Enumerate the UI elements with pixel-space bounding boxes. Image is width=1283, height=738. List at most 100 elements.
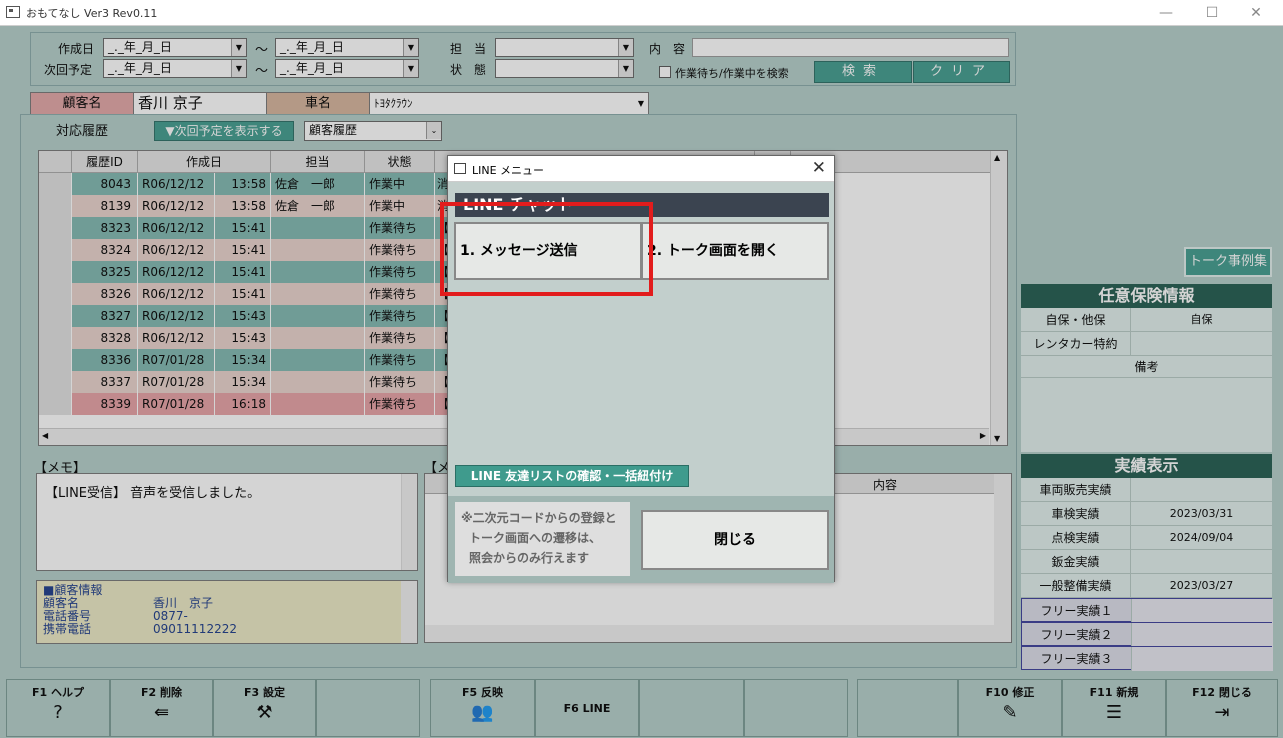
function-key-icon: ⚒ xyxy=(256,702,273,723)
chevron-down-icon[interactable]: ⌄ xyxy=(426,122,441,139)
chevron-down-icon[interactable]: ▼ xyxy=(618,39,633,56)
function-key-4[interactable] xyxy=(316,679,420,737)
free-result-value[interactable] xyxy=(1132,647,1273,671)
window-titlebar: おもてなし Ver3 Rev0.11 — ☐ ✕ xyxy=(0,0,1283,26)
column-header[interactable]: 作成日 xyxy=(138,151,271,173)
table-cell: 15:41 xyxy=(215,217,271,239)
function-key-2[interactable]: F2 削除 ⇚ xyxy=(110,679,213,737)
car-name-select[interactable]: ﾄﾖﾀｸﾗｳﾝ ▼ xyxy=(369,92,649,115)
function-key-10[interactable]: F10 修正 ✎ xyxy=(958,679,1062,737)
clear-button[interactable]: クリア xyxy=(913,61,1010,83)
chevron-down-icon[interactable]: ▼ xyxy=(231,60,246,77)
table-cell xyxy=(39,393,72,415)
function-key-9[interactable] xyxy=(857,679,958,737)
scroll-down-icon[interactable]: ▼ xyxy=(994,434,1000,443)
column-header[interactable]: 状態 xyxy=(365,151,435,173)
table-cell xyxy=(39,261,72,283)
history-type-select[interactable]: 顧客履歴 ⌄ xyxy=(304,121,442,141)
table-cell: 8323 xyxy=(72,217,138,239)
scroll-up-icon[interactable]: ▲ xyxy=(994,153,1000,162)
results-key: 鈑金実績 xyxy=(1021,550,1131,574)
results-title: 実績表示 xyxy=(1021,454,1272,478)
table-cell: 作業待ち xyxy=(365,261,435,283)
waiting-checkbox-label: 作業待ち/作業中を検索 xyxy=(675,67,789,80)
results-value xyxy=(1131,478,1272,502)
free-result-value[interactable] xyxy=(1132,623,1273,647)
table-cell: 8326 xyxy=(72,283,138,305)
status-select[interactable]: ▼ xyxy=(495,59,634,78)
minimize-button[interactable]: — xyxy=(1146,2,1186,24)
function-key-11[interactable]: F11 新規 ☰ xyxy=(1062,679,1166,737)
search-button[interactable]: 検索 xyxy=(814,61,912,83)
created-to-date[interactable]: _._年_月_日 ▼ xyxy=(275,38,419,57)
scroll-left-icon[interactable]: ◀ xyxy=(42,431,48,440)
history-tab[interactable]: 対応履歴 xyxy=(56,120,108,139)
memo-scrollbar[interactable] xyxy=(401,474,417,570)
open-talk-button[interactable]: 2. トーク画面を開く xyxy=(641,222,829,280)
table-cell: 作業待ち xyxy=(365,283,435,305)
chevron-down-icon[interactable]: ▼ xyxy=(638,93,644,114)
next-from-date[interactable]: _._年_月_日 ▼ xyxy=(103,59,247,78)
function-key-1[interactable]: F1 ヘルプ? xyxy=(6,679,110,737)
scroll-right-icon[interactable]: ▶ xyxy=(980,431,986,440)
table-cell xyxy=(271,349,365,371)
function-key-6[interactable]: F6 LINE xyxy=(535,679,639,737)
next-to-date[interactable]: _._年_月_日 ▼ xyxy=(275,59,419,78)
content-label: 内 容 xyxy=(649,42,686,56)
table-cell: 15:43 xyxy=(215,305,271,327)
detail-vertical-scrollbar[interactable] xyxy=(994,474,1011,642)
function-key-label: F6 LINE xyxy=(563,702,611,715)
table-cell: 作業待ち xyxy=(365,239,435,261)
function-key-8[interactable] xyxy=(744,679,848,737)
function-key-icon: ⇚ xyxy=(153,702,170,723)
results-row: 点検実績 2024/09/04 xyxy=(1021,526,1272,550)
show-next-schedule-button[interactable]: ▼次回予定を表示する xyxy=(154,121,294,141)
maximize-button[interactable]: ☐ xyxy=(1192,2,1232,24)
insurance-row: 自保・他保 自保 xyxy=(1021,308,1272,332)
info-scrollbar[interactable] xyxy=(401,581,417,643)
column-header[interactable]: 担当 xyxy=(271,151,365,173)
talk-examples-button[interactable]: トーク事例集 xyxy=(1184,247,1272,277)
free-result-key: フリー実績１ xyxy=(1022,599,1132,623)
dialog-close-icon[interactable]: ✕ xyxy=(812,158,826,178)
chevron-down-icon[interactable]: ▼ xyxy=(403,60,418,77)
function-key-icon: ✎ xyxy=(1002,702,1018,723)
free-result-value[interactable] xyxy=(1132,599,1273,623)
column-header[interactable]: 履歴ID xyxy=(72,151,138,173)
range-tilde: ～ xyxy=(255,43,269,58)
function-key-icon: ⇥ xyxy=(1214,702,1230,723)
detail-horizontal-scrollbar[interactable] xyxy=(425,625,995,642)
created-from-date[interactable]: _._年_月_日 ▼ xyxy=(103,38,247,57)
note-area[interactable] xyxy=(1021,378,1272,452)
free-result-key: フリー実績２ xyxy=(1022,623,1132,647)
table-cell: 作業待ち xyxy=(365,217,435,239)
column-header[interactable]: 内容 xyxy=(873,476,897,493)
results-row: 車検実績 2023/03/31 xyxy=(1021,502,1272,526)
content-input[interactable] xyxy=(692,38,1009,57)
function-key-3[interactable]: F3 設定 ⚒ xyxy=(213,679,316,737)
window-title: おもてなし Ver3 Rev0.11 xyxy=(26,7,158,20)
chevron-down-icon[interactable]: ▼ xyxy=(618,60,633,77)
function-key-7[interactable] xyxy=(639,679,744,737)
function-key-12[interactable]: F12 閉じる ⇥ xyxy=(1166,679,1278,737)
table-cell: 16:18 xyxy=(215,393,271,415)
table-cell xyxy=(39,371,72,393)
table-cell xyxy=(39,173,72,195)
line-friends-button[interactable]: LINE 友達リストの確認・一括紐付け xyxy=(455,465,689,487)
waiting-checkbox[interactable] xyxy=(659,66,671,78)
results-key: 車検実績 xyxy=(1021,502,1131,526)
dialog-titlebar: LINE メニュー ✕ xyxy=(448,156,834,182)
staff-select[interactable]: ▼ xyxy=(495,38,634,57)
chevron-down-icon[interactable]: ▼ xyxy=(403,39,418,56)
dialog-title: LINE メニュー xyxy=(472,164,545,177)
dialog-close-button[interactable]: 閉じる xyxy=(641,510,829,570)
memo-textarea[interactable]: 【LINE受信】 音声を受信しました。 xyxy=(36,473,418,571)
table-vertical-scrollbar[interactable]: ▲ ▼ xyxy=(990,151,1007,445)
app-icon xyxy=(6,6,20,18)
close-window-button[interactable]: ✕ xyxy=(1236,2,1276,24)
results-value: 2024/09/04 xyxy=(1169,531,1234,544)
function-key-5[interactable]: F5 反映 👥 xyxy=(430,679,535,737)
chevron-down-icon[interactable]: ▼ xyxy=(231,39,246,56)
staff-label: 担 当 xyxy=(450,42,487,56)
table-cell: R07/01/28 xyxy=(138,393,215,415)
